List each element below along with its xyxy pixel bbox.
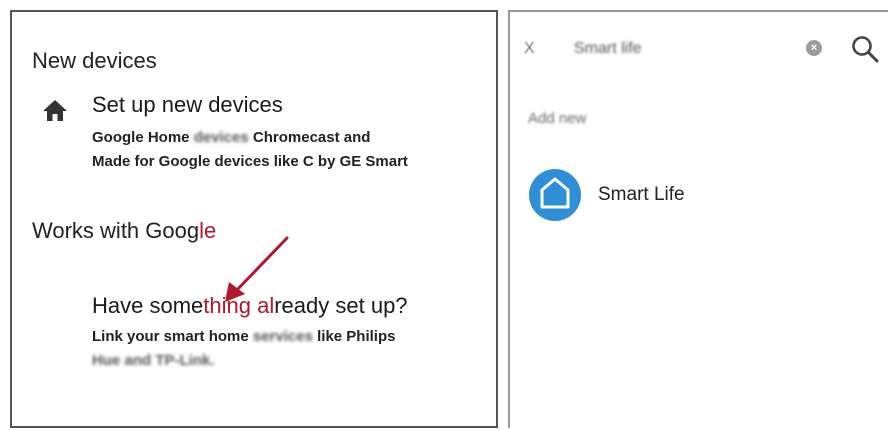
smart-life-result[interactable]: Smart Life <box>528 168 858 224</box>
works-with-google-panel: New devices Set up new devices Google Ho… <box>10 10 498 428</box>
search-icon[interactable] <box>850 34 880 64</box>
search-panel: X Smart life × Add new Smart Life <box>508 10 888 428</box>
new-devices-heading: New devices <box>32 48 157 73</box>
search-input[interactable]: Smart life <box>574 40 642 58</box>
home-icon <box>43 100 67 121</box>
set-up-new-devices-title[interactable]: Set up new devices <box>92 92 283 118</box>
add-new-section-label: Add new <box>528 110 587 127</box>
set-up-new-devices-description: Google Home devices Chromecast and Made … <box>92 129 408 170</box>
close-icon[interactable]: X <box>524 40 535 58</box>
smart-life-app-icon <box>529 169 581 221</box>
have-something-set-up-title[interactable]: Have something already set up? <box>92 293 408 319</box>
clear-icon[interactable]: × <box>806 40 822 56</box>
works-with-google-heading: Works with Google <box>32 218 217 243</box>
smart-life-label: Smart Life <box>598 184 685 205</box>
have-something-set-up-description: Link your smart home services like Phili… <box>92 328 396 369</box>
